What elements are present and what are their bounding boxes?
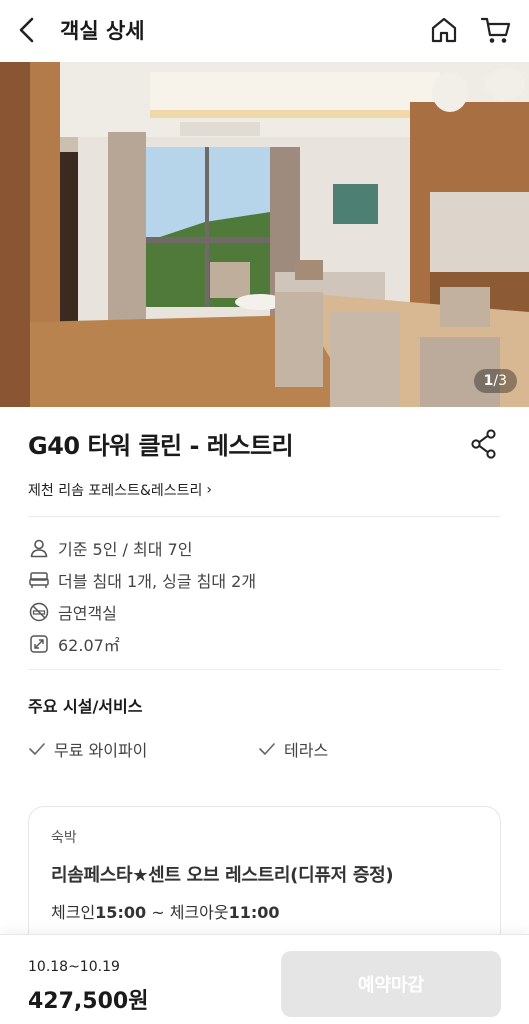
total-price: 427,500원 [28,989,149,1014]
check-icon [29,743,45,755]
cart-button[interactable] [479,13,513,47]
room-title: G40 타워 클린 - 레스트리 [28,432,294,460]
area-icon [28,633,50,655]
home-button[interactable] [427,13,461,47]
facilities-title: 주요 시설/서비스 [28,697,143,716]
spec-capacity: 기준 5인 / 최대 7인 [28,532,256,564]
divider [28,516,501,517]
hotel-name: 제천 리솜 포레스트&레스트리 [28,483,203,499]
check-icon [259,743,275,755]
room-photo [0,62,529,407]
facility-item: 무료 와이파이 [28,737,147,761]
chevron-left-icon [19,17,34,43]
stay-dates: 10.18~10.19 [28,959,120,975]
room-specs: 기준 5인 / 최대 7인 더블 침대 1개, 싱글 침대 2개 금연객실 62… [28,532,256,660]
chevron-right-icon: › [206,482,212,498]
checkin-checkout-times: 체크인15:00 ~ 체크아웃11:00 [51,903,280,922]
top-header: 객실 상세 [0,0,529,60]
home-icon [431,17,457,43]
facility-item: 테라스 [258,737,328,761]
divider [28,669,501,670]
plan-type: 숙박 [51,830,77,846]
header-actions [427,13,513,47]
spec-area: 62.07㎡ [28,628,256,660]
person-icon [28,537,50,559]
share-icon [471,429,496,459]
no-smoking-icon [28,601,50,623]
spec-beds: 더블 침대 1개, 싱글 침대 2개 [28,564,256,596]
cart-icon [480,17,511,43]
share-button[interactable] [469,428,499,460]
spec-smoking: 금연객실 [28,596,256,628]
room-photo-gallery[interactable]: 1/3 [0,62,529,407]
booking-bar: 10.18~10.19 427,500원 예약마감 [0,934,529,1024]
hotel-link[interactable]: 제천 리솜 포레스트&레스트리 › [28,480,212,500]
bed-icon [28,569,50,591]
reserve-button[interactable]: 예약마감 [281,951,501,1017]
back-button[interactable] [16,10,56,50]
gallery-counter: 1/3 [473,369,517,393]
page-title: 객실 상세 [60,19,145,43]
plan-name: 리솜페스타★센트 오브 레스트리(디퓨저 증정) [51,865,394,886]
